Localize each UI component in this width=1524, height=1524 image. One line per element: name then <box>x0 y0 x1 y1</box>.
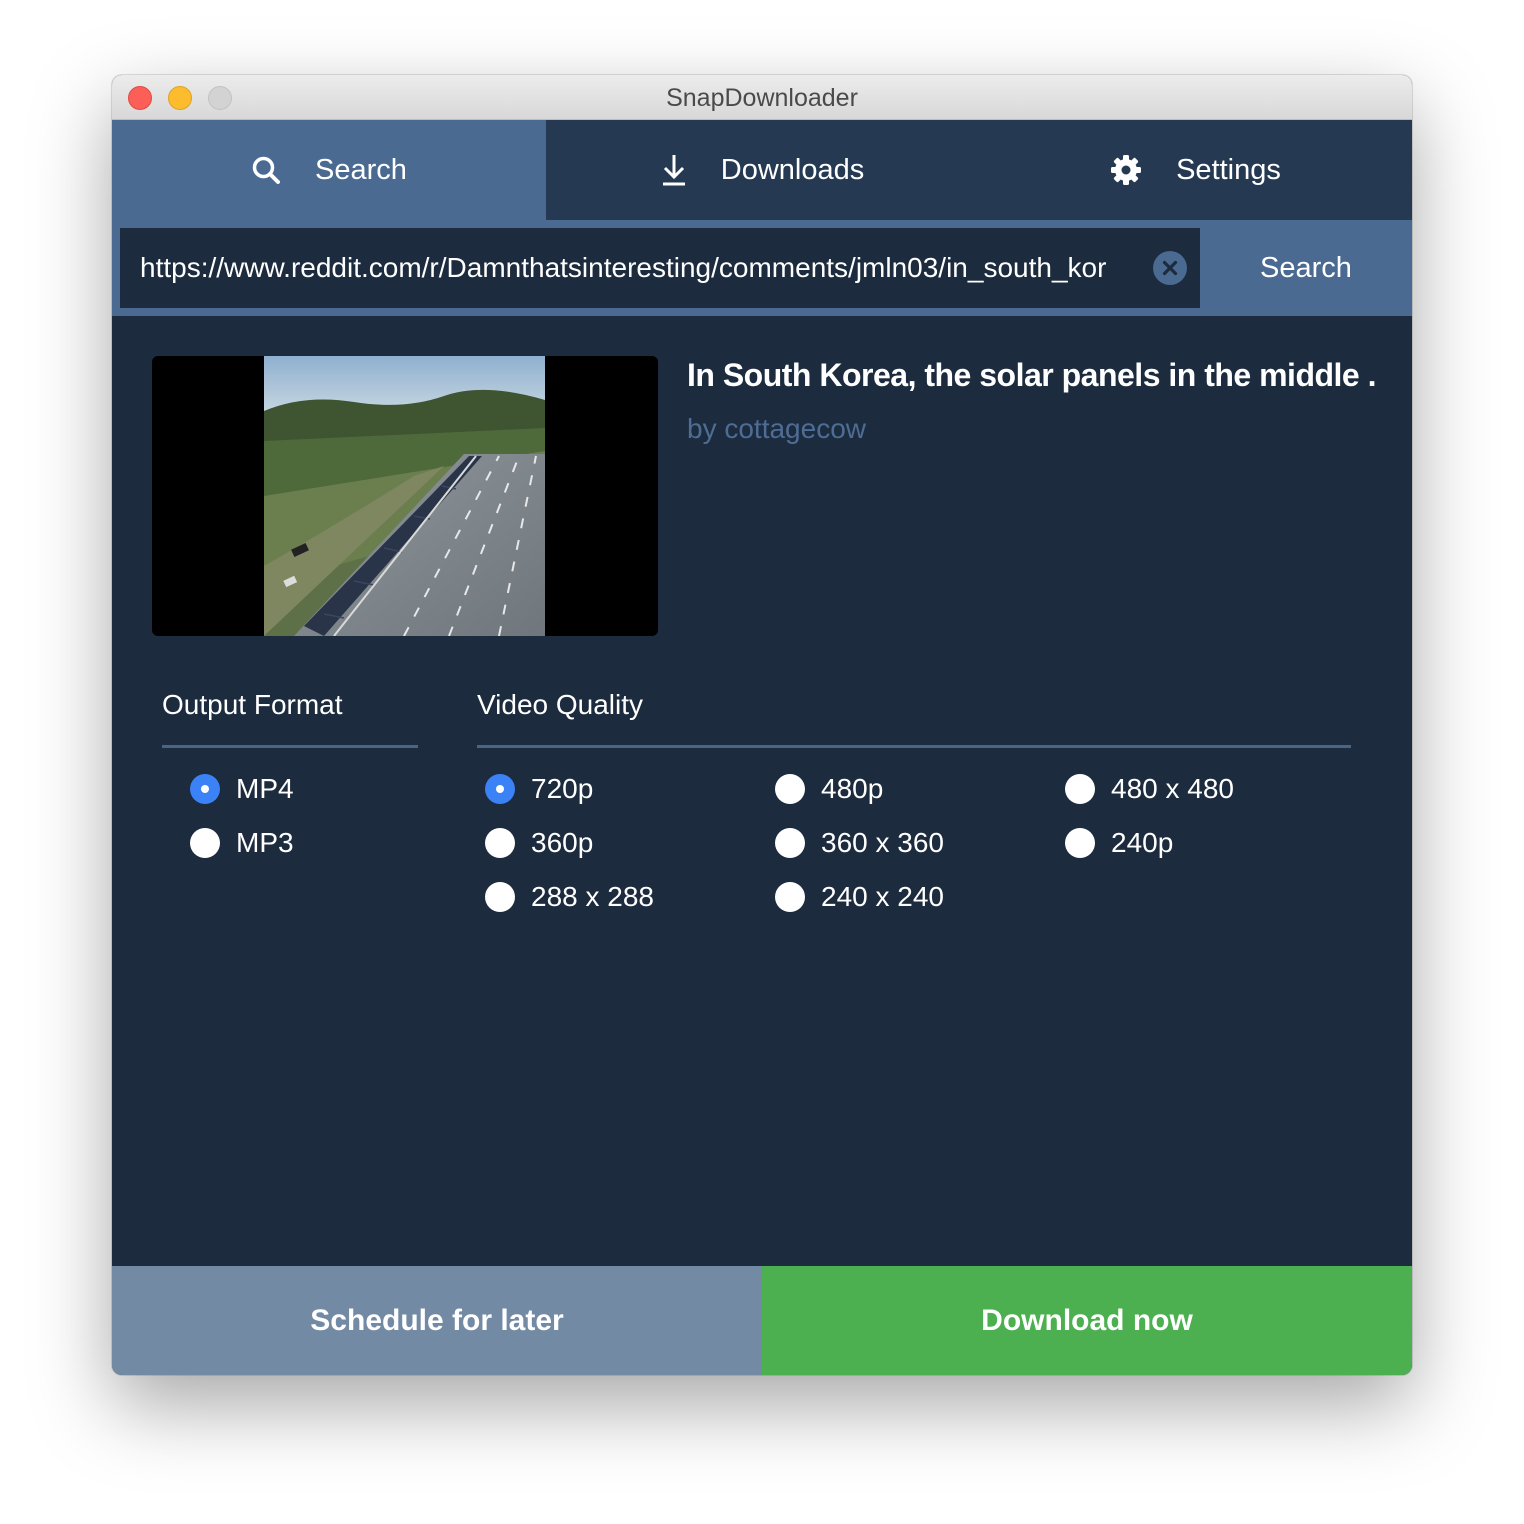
radio-button[interactable] <box>485 828 515 858</box>
quality-option-label: 240 x 240 <box>821 881 944 912</box>
search-icon <box>252 156 281 184</box>
search-button[interactable]: Search <box>1200 220 1412 316</box>
schedule-for-later-button[interactable]: Schedule for later <box>112 1266 762 1375</box>
quality-option-480p[interactable]: 480p <box>775 773 883 805</box>
video-author[interactable]: by cottagecow <box>687 413 866 445</box>
radio-button[interactable] <box>1065 774 1095 804</box>
tab-search[interactable]: Search <box>112 120 546 220</box>
close-icon <box>1162 260 1178 276</box>
window-title: SnapDownloader <box>666 84 858 112</box>
radio-button[interactable] <box>485 882 515 912</box>
search-bar: Search <box>112 220 1412 316</box>
quality-option-label: 720p <box>531 773 594 804</box>
tab-search-label: Search <box>315 153 407 186</box>
quality-option-label: 360 x 360 <box>821 827 944 858</box>
url-input[interactable] <box>140 228 1140 308</box>
video-quality-divider <box>477 745 1351 748</box>
quality-option-240p[interactable]: 240p <box>1065 827 1173 859</box>
radio-button[interactable] <box>1065 828 1095 858</box>
tab-settings[interactable]: Settings <box>979 120 1412 220</box>
quality-option-288x288[interactable]: 288 x 288 <box>485 881 654 913</box>
quality-option-240x240[interactable]: 240 x 240 <box>775 881 944 913</box>
quality-option-label: 288 x 288 <box>531 881 654 912</box>
app-window: SnapDownloader Search Downloads Settings… <box>112 75 1412 1375</box>
footer-actions: Schedule for later Download now <box>112 1266 1412 1375</box>
download-now-button[interactable]: Download now <box>762 1266 1412 1375</box>
format-option-label: MP3 <box>236 827 294 858</box>
format-option-mp4[interactable]: MP4 <box>190 773 294 805</box>
quality-option-label: 240p <box>1111 827 1174 858</box>
url-field <box>120 228 1200 308</box>
radio-button[interactable] <box>190 828 220 858</box>
quality-option-label: 480p <box>821 773 884 804</box>
quality-option-360x360[interactable]: 360 x 360 <box>775 827 944 859</box>
tab-downloads[interactable]: Downloads <box>546 120 979 220</box>
video-thumbnail-image <box>264 356 545 636</box>
gear-icon <box>1111 155 1142 185</box>
tab-downloads-label: Downloads <box>720 153 865 186</box>
output-format-divider <box>162 745 418 748</box>
output-format-label: Output Format <box>162 689 343 720</box>
radio-button[interactable] <box>190 774 220 804</box>
format-option-mp3[interactable]: MP3 <box>190 827 294 859</box>
video-quality-label: Video Quality <box>477 689 644 720</box>
quality-option-480x480[interactable]: 480 x 480 <box>1065 773 1234 805</box>
video-thumbnail <box>152 356 658 636</box>
video-title: In South Korea, the solar panels in the … <box>687 357 1377 393</box>
radio-button[interactable] <box>485 774 515 804</box>
quality-option-label: 480 x 480 <box>1111 773 1234 804</box>
clear-url-button[interactable] <box>1153 251 1187 285</box>
quality-option-720p[interactable]: 720p <box>485 773 593 805</box>
main-tabs: Search Downloads Settings <box>112 120 1412 220</box>
format-option-label: MP4 <box>236 773 294 804</box>
quality-option-label: 360p <box>531 827 594 858</box>
quality-option-360p[interactable]: 360p <box>485 827 593 859</box>
radio-button[interactable] <box>775 774 805 804</box>
title-bar: SnapDownloader <box>112 75 1412 120</box>
tab-settings-label: Settings <box>1176 153 1281 186</box>
radio-button[interactable] <box>775 828 805 858</box>
download-icon <box>662 155 685 186</box>
radio-button[interactable] <box>775 882 805 912</box>
